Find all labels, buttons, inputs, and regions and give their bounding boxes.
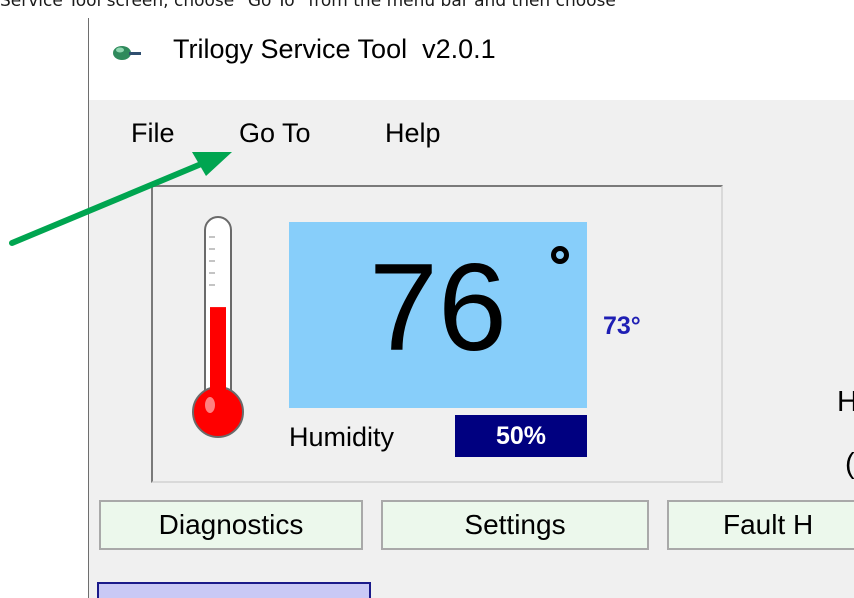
app-icon [113, 46, 141, 60]
setpoint-value: 73° [603, 312, 641, 340]
menu-go-to[interactable]: Go To [239, 118, 311, 149]
temperature-display: 76 [289, 222, 587, 408]
title-bar: Trilogy Service Tool v2.0.1 [89, 18, 854, 100]
diagnostics-button[interactable]: Diagnostics [99, 500, 363, 550]
menu-bar: File Go To Help [89, 100, 854, 166]
menu-help[interactable]: Help [385, 118, 441, 149]
humidity-value: 50% [455, 415, 587, 457]
side-label-h: H [837, 386, 854, 418]
fault-history-button[interactable]: Fault H [667, 500, 854, 550]
bottom-panel [97, 582, 371, 598]
degree-symbol [551, 246, 569, 264]
service-tool-window: Trilogy Service Tool v2.0.1 File Go To H… [88, 18, 854, 598]
humidity-label: Humidity [289, 422, 395, 452]
status-panel: 76 73° Humidity 50% [151, 185, 723, 483]
temperature-value: 76 [369, 239, 507, 377]
thermometer-icon [192, 216, 244, 438]
side-label-paren: ( [845, 448, 854, 480]
window-title: Trilogy Service Tool v2.0.1 [173, 34, 496, 64]
settings-button[interactable]: Settings [381, 500, 649, 550]
instruction-caption: Service Tool screen, choose “Go To” from… [0, 0, 616, 11]
menu-file[interactable]: File [131, 118, 175, 149]
